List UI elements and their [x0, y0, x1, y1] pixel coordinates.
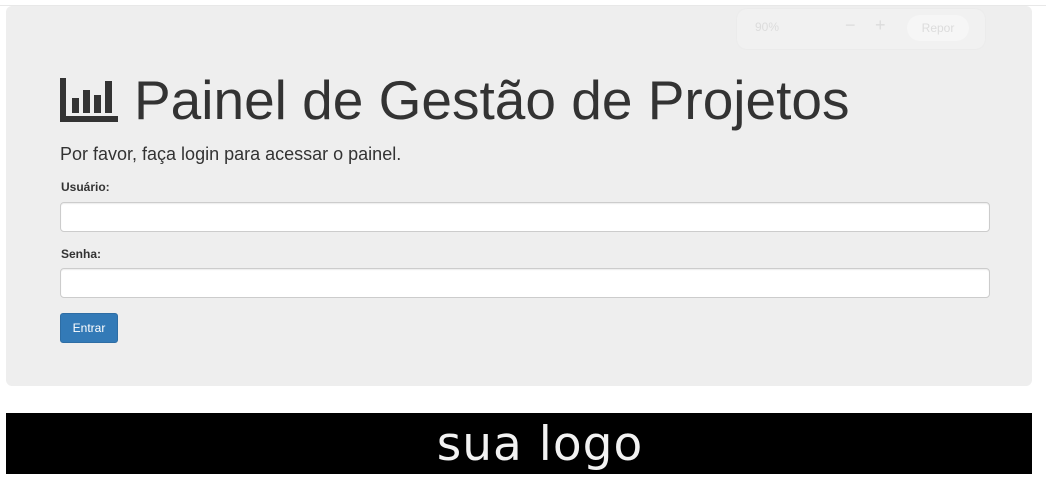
login-button[interactable]: Entrar: [60, 313, 118, 343]
zoom-in-button[interactable]: +: [875, 15, 886, 36]
username-label: Usuário:: [61, 180, 110, 194]
bar-chart-icon: [60, 78, 118, 122]
username-input[interactable]: [60, 202, 990, 232]
password-label: Senha:: [61, 247, 102, 261]
zoom-level: 90%: [755, 20, 780, 34]
zoom-control: 90% − + Repor: [737, 9, 985, 49]
page-title-text: Painel de Gestão de Projetos: [134, 69, 850, 131]
zoom-out-button[interactable]: −: [845, 15, 856, 36]
login-instructions: Por favor, faça login para acessar o pai…: [60, 144, 402, 164]
page-title: Painel de Gestão de Projetos: [60, 60, 849, 140]
password-input[interactable]: [60, 268, 990, 298]
logo-text: sua logo: [436, 416, 644, 472]
zoom-reset-button[interactable]: Repor: [907, 15, 969, 41]
